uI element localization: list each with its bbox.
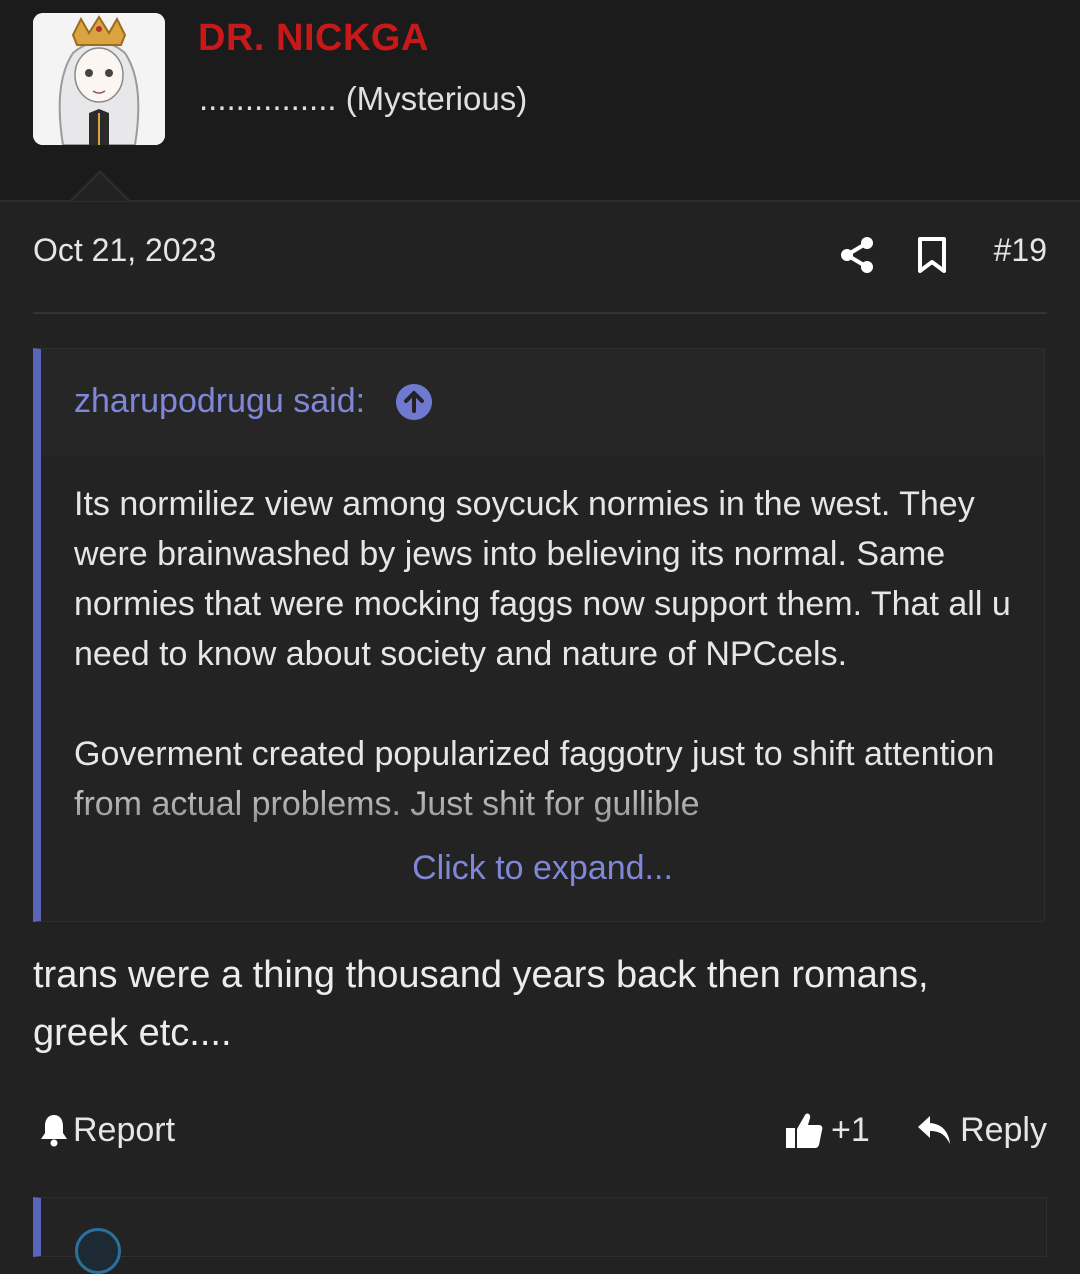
post-date[interactable]: Oct 21, 2023 <box>33 232 216 269</box>
divider <box>33 312 1047 314</box>
reply-arrow-icon <box>918 1116 951 1144</box>
user-header: DR. NICKGA ............... (Mysterious) <box>0 0 1080 202</box>
quote-header: zharupodrugu said: <box>41 349 1044 455</box>
report-label: Report <box>73 1110 176 1149</box>
post-number[interactable]: #19 <box>994 232 1047 269</box>
report-button[interactable]: Report <box>39 1105 175 1155</box>
thumbs-up-icon <box>786 1113 823 1148</box>
share-icon[interactable] <box>839 236 875 274</box>
avatar <box>75 1228 121 1274</box>
arrow-circle-up-icon[interactable] <box>396 384 432 420</box>
header-pointer-inner <box>72 173 128 201</box>
like-button[interactable]: +1 <box>785 1105 870 1155</box>
expand-quote-link[interactable]: Click to expand... <box>41 849 1044 888</box>
post-body: trans were a thing thousand years back t… <box>33 954 929 1054</box>
bookmark-icon[interactable] <box>917 236 947 274</box>
next-quote-block <box>33 1197 1047 1274</box>
user-title: ............... (Mysterious) <box>199 80 528 117</box>
reply-button[interactable]: Reply <box>916 1105 1047 1155</box>
post-meta: Oct 21, 2023 #19 <box>33 232 1047 280</box>
quote-block: zharupodrugu said: Its normiliez view am… <box>33 348 1045 922</box>
quote-author[interactable]: zharupodrugu said: <box>74 382 365 421</box>
quote-paragraph: Its normiliez view among soycuck normies… <box>74 485 1011 673</box>
post-actions: Report +1 Reply <box>33 1105 1047 1155</box>
quote-fade-overlay <box>41 769 1044 919</box>
username[interactable]: DR. NICKGA <box>198 17 429 60</box>
bell-icon <box>41 1115 67 1147</box>
like-count: +1 <box>831 1110 870 1149</box>
reply-label: Reply <box>960 1110 1047 1149</box>
avatar[interactable] <box>33 13 165 145</box>
